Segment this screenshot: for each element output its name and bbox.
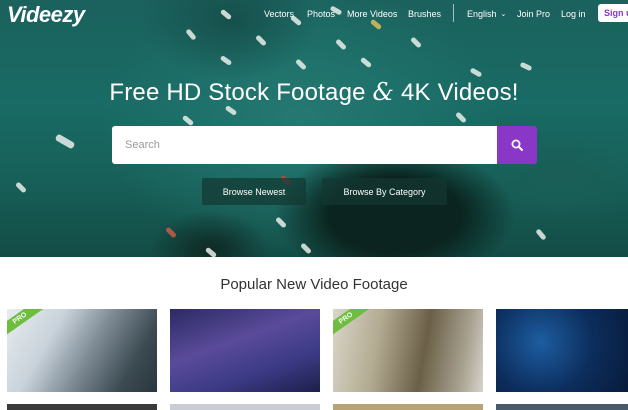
join-pro-link[interactable]: Join Pro xyxy=(517,9,550,19)
section-title: Popular New Video Footage xyxy=(220,276,408,293)
pro-badge: PRO xyxy=(7,309,46,339)
signup-button[interactable]: Sign u xyxy=(598,4,628,22)
video-thumbnail-partial[interactable] xyxy=(7,404,157,410)
nav-vectors[interactable]: Vectors xyxy=(264,9,294,19)
video-thumbnail[interactable]: PRO xyxy=(7,309,157,392)
search-icon xyxy=(511,139,523,151)
video-thumbnail-partial[interactable] xyxy=(496,404,628,410)
video-thumbnail[interactable]: PRO xyxy=(333,309,483,392)
nav-divider xyxy=(453,4,454,22)
video-thumbnail[interactable] xyxy=(496,309,628,392)
chevron-down-icon: ⌄ xyxy=(500,11,507,18)
video-thumbnail-partial[interactable] xyxy=(333,404,483,410)
headline-ampersand: & xyxy=(372,78,395,106)
language-selector[interactable]: English ⌄ xyxy=(467,9,506,19)
video-thumbnail[interactable] xyxy=(170,309,320,392)
pro-badge: PRO xyxy=(333,309,372,339)
videezy-logo[interactable]: Videezy xyxy=(7,2,85,28)
login-link[interactable]: Log in xyxy=(561,9,586,19)
headline-part1: Free HD Stock Footage xyxy=(109,79,366,106)
language-label: English xyxy=(467,9,497,19)
browse-category-button[interactable]: Browse By Category xyxy=(322,178,447,205)
browse-newest-button[interactable]: Browse Newest xyxy=(202,178,306,205)
nav-more-videos[interactable]: More Videos xyxy=(347,9,397,19)
nav-brushes[interactable]: Brushes xyxy=(408,9,441,19)
search-button[interactable] xyxy=(497,126,537,164)
headline-part2: 4K Videos! xyxy=(401,79,519,106)
hero-headline: Free HD Stock Footage & 4K Videos! xyxy=(0,78,628,107)
search-input[interactable] xyxy=(112,126,498,164)
nav-photos[interactable]: Photos xyxy=(307,9,335,19)
video-thumbnail-partial[interactable] xyxy=(170,404,320,410)
